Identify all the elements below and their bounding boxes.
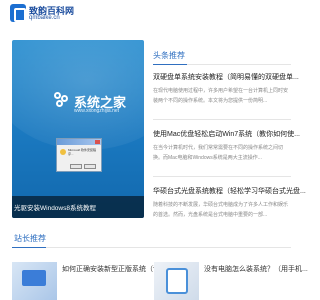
dialog-text: Microsoft 软件安装程序... — [68, 148, 97, 156]
featured-slide[interactable]: 系统之家 www.xitongzhijia.net Microsoft 软件安装… — [12, 40, 144, 218]
recommend-title[interactable]: 没有电脑怎么装系统？（用手机... — [204, 264, 308, 274]
dialog-button — [70, 164, 82, 169]
article-title[interactable]: 使用Mac优盘轻松启动Win7系统（教你如何使... — [153, 129, 300, 139]
article-title[interactable]: 双硬盘单系统安装教程（简明易懂的双硬盘单... — [153, 72, 299, 82]
hero-brand-url: www.xitongzhijia.net — [74, 108, 120, 114]
recommend-thumbnail[interactable] — [12, 262, 57, 300]
station-section-title: 站长推荐 — [14, 234, 46, 243]
dialog-close-icon — [95, 140, 100, 144]
headlines-section-title: 头条推荐 — [153, 51, 185, 60]
article-title[interactable]: 华硕台式光盘系统教程（轻松学习华硕台式光盘... — [153, 186, 306, 196]
headlines-divider-accent — [153, 64, 187, 65]
station-divider — [12, 247, 291, 248]
article-divider — [153, 176, 291, 177]
recommend-thumbnail[interactable] — [154, 262, 199, 300]
dialog-button — [84, 164, 96, 169]
dialog-info-icon — [60, 149, 66, 155]
hero-caption[interactable]: 光驱安装Windows8系统教程 — [14, 202, 96, 212]
article-divider — [153, 119, 291, 120]
logo-icon — [10, 4, 26, 22]
site-header: 致韵百科网 qmbaike.cn — [0, 0, 300, 28]
station-divider-accent — [12, 247, 46, 248]
hero-caption-bar: 光驱安装Windows8系统教程 — [12, 196, 144, 218]
article-summary: 在现代电脑使用过程中，许多用户希望在一台计算机上同时安装两个不同的操作系统。本文… — [153, 88, 289, 104]
logo-domain: qmbaike.cn — [29, 15, 60, 21]
site-logo[interactable]: 致韵百科网 qmbaike.cn — [10, 4, 74, 24]
brand-rings-icon — [54, 92, 70, 108]
article-summary: 随着科技的不断发展，华硕台式电脑成为了许多人工作和娱乐的首选。然而，光盘系统是台… — [153, 202, 289, 218]
recommend-title[interactable]: 如何正确安装新型正版系统（详... — [62, 264, 166, 274]
article-summary: 在当今计算机时代，我们常常需要在不同的操作系统之间切换。而Mac电脑和Windo… — [153, 145, 284, 161]
installer-dialog-image: Microsoft 软件安装程序... — [56, 138, 102, 172]
